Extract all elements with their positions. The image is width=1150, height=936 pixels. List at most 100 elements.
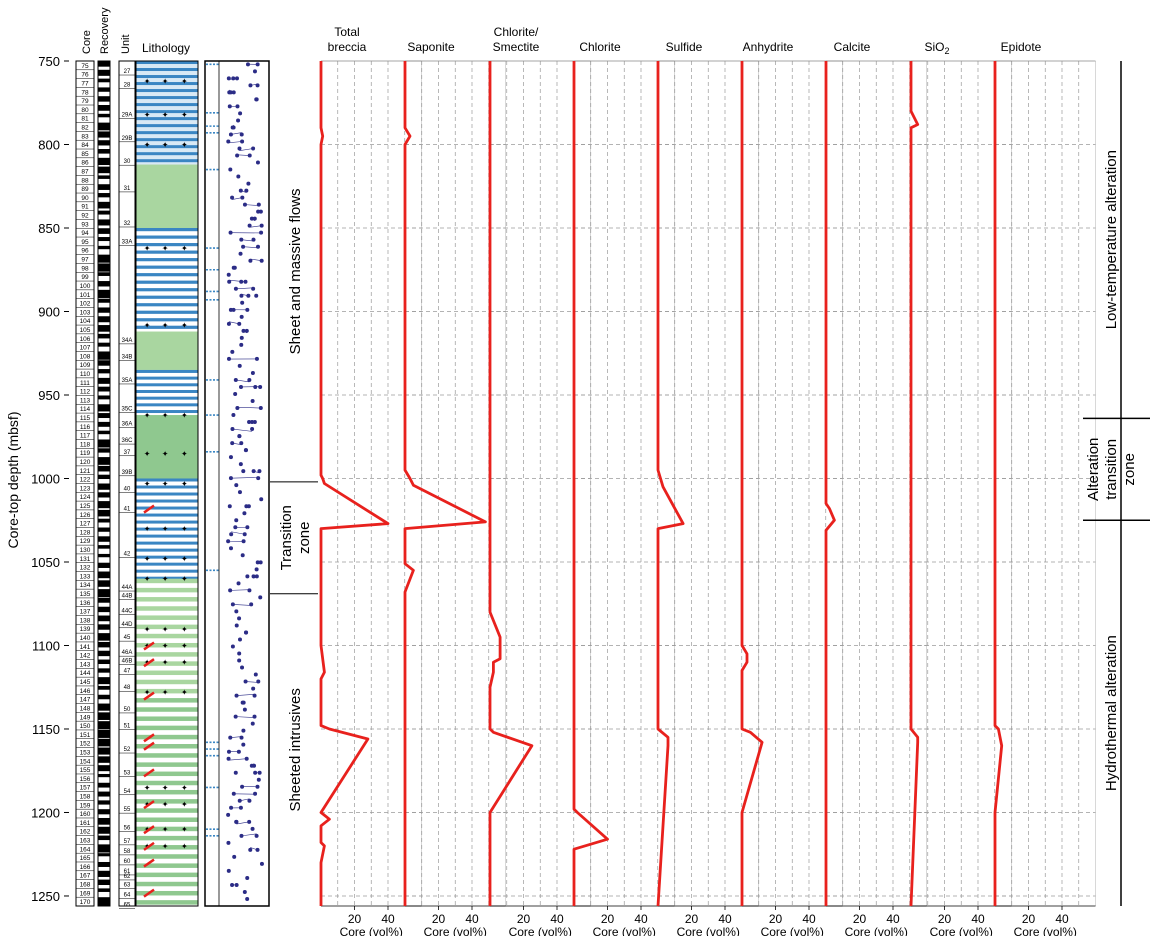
structure-dot bbox=[226, 749, 231, 754]
structure-dot bbox=[238, 462, 243, 467]
structure-dot bbox=[231, 125, 236, 130]
recovery-bar bbox=[98, 580, 110, 587]
structure-dot bbox=[229, 546, 234, 551]
core-number: 123 bbox=[80, 485, 91, 492]
breccia-symbol: ✦ bbox=[181, 77, 188, 86]
recovery-bar bbox=[98, 78, 110, 83]
unit-label: 45 bbox=[124, 635, 131, 641]
structure-dot bbox=[254, 293, 259, 298]
structure-dot bbox=[255, 83, 260, 88]
core-number: 86 bbox=[81, 160, 89, 167]
core-number: 78 bbox=[81, 89, 89, 96]
recovery-bar bbox=[98, 87, 110, 92]
core-number: 156 bbox=[80, 776, 91, 783]
core-number: 155 bbox=[80, 767, 91, 774]
core-number: 106 bbox=[80, 336, 91, 343]
structure-dot bbox=[253, 791, 258, 796]
structure-link bbox=[242, 785, 258, 788]
sheeted-intrusive-stripe bbox=[136, 900, 198, 905]
structure-dot bbox=[228, 476, 233, 481]
sheeted-intrusive-stripe bbox=[136, 679, 198, 685]
core-number: 145 bbox=[80, 679, 91, 686]
structure-dot bbox=[226, 356, 231, 361]
breccia-symbol: ✦ bbox=[162, 800, 169, 809]
structure-dot bbox=[243, 630, 248, 635]
unit-label: 28 bbox=[124, 82, 131, 88]
structure-dot bbox=[226, 812, 231, 817]
panel-title: Anhydrite bbox=[743, 40, 794, 54]
sheeted-intrusive-stripe bbox=[136, 587, 198, 593]
structure-dot bbox=[252, 714, 257, 719]
core-number: 158 bbox=[80, 793, 91, 800]
panel-x-tick-label: 40 bbox=[465, 912, 479, 926]
structure-column bbox=[204, 60, 270, 907]
unit-column: 27 28 29A 29B 30 31 32 33A 34A 34B 35A 35C 36A 36C 37 3… bbox=[118, 60, 136, 909]
core-number: 164 bbox=[80, 846, 91, 853]
downhole-alteration-figure: Core-top depth (mbsf) 750 800 850 900 950 100… bbox=[5, 7, 1150, 936]
structure-link bbox=[243, 246, 259, 249]
structure-dot bbox=[230, 602, 235, 607]
massive-flow-stripe bbox=[136, 376, 198, 380]
breccia-symbol: ✦ bbox=[162, 244, 169, 253]
core-number: 122 bbox=[80, 477, 91, 484]
panel-x-tick-label: 20 bbox=[517, 912, 531, 926]
breccia-symbol: ✦ bbox=[162, 658, 169, 667]
breccia-symbol: ✦ bbox=[181, 842, 188, 851]
structure-dot bbox=[236, 118, 241, 123]
structure-link bbox=[241, 833, 257, 837]
sheeted-intrusive-stripe bbox=[136, 606, 198, 611]
breccia-symbol: ✦ bbox=[181, 555, 188, 564]
sheeted-intrusive-stripe bbox=[136, 725, 198, 731]
unit-label: 35A bbox=[122, 378, 133, 384]
unit-label: 65 bbox=[124, 902, 131, 908]
structure-link bbox=[230, 589, 250, 591]
structure-dot bbox=[254, 567, 259, 572]
panel-x-tick-label: 40 bbox=[1055, 912, 1069, 926]
unit-label: 31 bbox=[124, 186, 131, 192]
breccia-symbol: ✦ bbox=[144, 525, 151, 534]
breccia-symbol: ✦ bbox=[181, 800, 188, 809]
recovery-bar bbox=[98, 641, 110, 648]
core-number: 93 bbox=[81, 221, 89, 228]
core-number: 130 bbox=[80, 547, 91, 554]
massive-flow-stripe bbox=[136, 369, 198, 373]
structure-dot bbox=[244, 328, 249, 333]
recovery-bar bbox=[98, 782, 110, 788]
structure-dot bbox=[237, 434, 242, 439]
recovery-bar bbox=[98, 571, 110, 579]
structure-dot bbox=[231, 307, 236, 312]
core-number: 92 bbox=[81, 213, 89, 220]
structure-dot bbox=[235, 104, 240, 109]
unit-label: 55 bbox=[124, 807, 131, 813]
core-number: 117 bbox=[80, 433, 91, 440]
structure-dot bbox=[249, 602, 254, 607]
structure-dot bbox=[233, 714, 238, 719]
massive-flow-stripe bbox=[136, 499, 198, 503]
core-number: 118 bbox=[80, 441, 91, 448]
core-number: 148 bbox=[80, 705, 91, 712]
recovery-bar bbox=[98, 888, 110, 892]
core-number: 89 bbox=[81, 186, 89, 193]
core-number: 133 bbox=[80, 573, 91, 580]
recovery-bar bbox=[98, 105, 110, 111]
structure-dot bbox=[250, 721, 255, 726]
massive-flow-stripe bbox=[136, 492, 198, 496]
massive-flow-stripe bbox=[136, 131, 198, 135]
breccia-symbol: ✦ bbox=[162, 825, 169, 834]
structure-dot bbox=[237, 651, 242, 656]
recovery-bar bbox=[98, 69, 110, 76]
structure-dot bbox=[252, 693, 257, 698]
sheeted-intrusive-stripe bbox=[136, 652, 198, 657]
alteration-zone-labels: Low-temperature alteration Alteration tran… bbox=[1083, 61, 1150, 906]
structure-dot bbox=[245, 875, 250, 880]
structure-dot bbox=[250, 427, 255, 432]
breccia-symbol: ✦ bbox=[162, 480, 169, 489]
recovery-bar bbox=[98, 140, 110, 146]
structure-dot bbox=[255, 560, 260, 565]
panel-x-tick-label: 20 bbox=[432, 912, 446, 926]
core-number: 114 bbox=[80, 406, 91, 413]
structure-link bbox=[239, 148, 254, 151]
structure-dot bbox=[251, 237, 256, 242]
massive-flow-stripe bbox=[136, 124, 198, 128]
panel-x-axis-label: Core (vol%) bbox=[509, 925, 572, 936]
